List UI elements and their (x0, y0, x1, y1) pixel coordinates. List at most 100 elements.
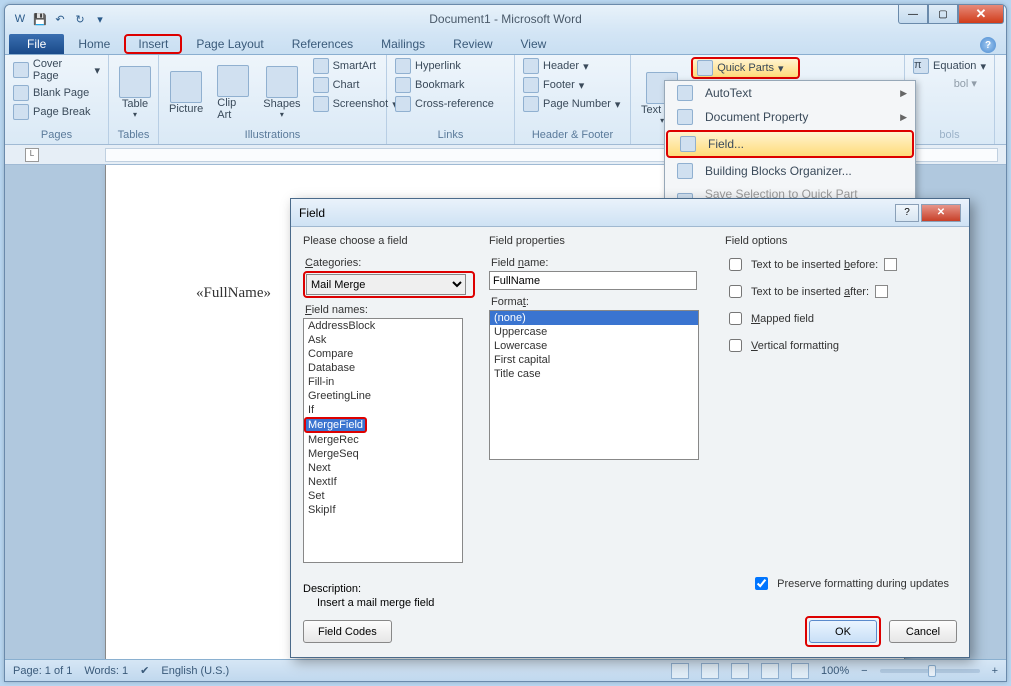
footer-button[interactable]: Footer ▾ (519, 76, 626, 94)
dialog-help-button[interactable]: ? (895, 204, 919, 222)
page-number-icon (523, 96, 539, 112)
format-option[interactable]: Title case (490, 367, 698, 381)
preserve-formatting-checkbox[interactable] (755, 577, 768, 590)
close-button[interactable]: ✕ (958, 5, 1004, 24)
categories-select[interactable]: Mail Merge (306, 274, 466, 295)
field-name-option[interactable]: Database (304, 361, 462, 375)
view-draft-icon[interactable] (791, 663, 809, 679)
page-break-button[interactable]: Page Break (9, 103, 104, 121)
vertical-formatting-checkbox[interactable] (729, 339, 742, 352)
field-name-option[interactable]: MergeField (304, 417, 367, 433)
field-name-option[interactable]: Set (304, 489, 462, 503)
status-page[interactable]: Page: 1 of 1 (13, 665, 72, 677)
format-listbox[interactable]: (none)UppercaseLowercaseFirst capitalTit… (489, 310, 699, 460)
tab-page-layout[interactable]: Page Layout (182, 34, 277, 54)
preserve-formatting-row: Preserve formatting during updates (751, 574, 949, 593)
dialog-close-button[interactable]: ✕ (921, 204, 961, 222)
qat-customize-icon[interactable]: ▾ (91, 10, 109, 28)
format-option[interactable]: Uppercase (490, 325, 698, 339)
qp-field-item[interactable]: Field... (666, 130, 914, 158)
format-option[interactable]: (none) (490, 311, 698, 325)
format-option[interactable]: Lowercase (490, 339, 698, 353)
view-web-layout-icon[interactable] (731, 663, 749, 679)
field-name-option[interactable]: AddressBlock (304, 319, 462, 333)
tab-review[interactable]: Review (439, 34, 506, 54)
field-names-listbox[interactable]: AddressBlockAskCompareDatabaseFill-inGre… (303, 318, 463, 563)
description-block: Description: Insert a mail merge field (303, 583, 434, 609)
redo-icon[interactable]: ↻ (71, 10, 89, 28)
minimize-button[interactable]: — (898, 5, 928, 24)
format-option[interactable]: First capital (490, 353, 698, 367)
bookmark-button[interactable]: Bookmark (391, 76, 510, 94)
cancel-button[interactable]: Cancel (889, 620, 957, 643)
field-name-option[interactable]: If (304, 403, 462, 417)
tab-view[interactable]: View (507, 34, 561, 54)
maximize-button[interactable]: ▢ (928, 5, 958, 24)
field-name-option[interactable]: Compare (304, 347, 462, 361)
cover-page-button[interactable]: Cover Page ▾ (9, 57, 104, 83)
field-name-option[interactable]: Ask (304, 333, 462, 347)
field-name-option[interactable]: Fill-in (304, 375, 462, 389)
view-print-layout-icon[interactable] (671, 663, 689, 679)
mapped-field-checkbox[interactable] (729, 312, 742, 325)
group-tables-label: Tables (113, 128, 154, 142)
word-icon[interactable]: W (11, 10, 29, 28)
ok-button[interactable]: OK (809, 620, 877, 643)
field-name-option[interactable]: MergeRec (304, 433, 462, 447)
symbol-button[interactable]: Symbolbol ▾ (909, 76, 990, 91)
help-icon[interactable]: ? (980, 37, 996, 53)
field-name-option[interactable]: Next (304, 461, 462, 475)
quick-parts-button[interactable]: Quick Parts ▾ (691, 57, 799, 79)
qp-building-blocks-item[interactable]: Building Blocks Organizer... (665, 159, 915, 183)
header-icon (523, 58, 539, 74)
undo-icon[interactable]: ↶ (51, 10, 69, 28)
zoom-in-button[interactable]: + (992, 665, 998, 677)
qp-document-property-item[interactable]: Document Property▶ (665, 105, 915, 129)
cross-reference-button[interactable]: Cross-reference (391, 95, 510, 113)
dialog-titlebar[interactable]: Field ? ✕ (291, 199, 969, 227)
field-name-option[interactable]: MergeSeq (304, 447, 462, 461)
hyperlink-button[interactable]: Hyperlink (391, 57, 510, 75)
header-button[interactable]: Header ▾ (519, 57, 626, 75)
status-words[interactable]: Words: 1 (84, 665, 128, 677)
table-button[interactable]: Table▾ (113, 57, 157, 128)
tab-selector[interactable]: L (25, 148, 39, 162)
text-after-input[interactable] (875, 285, 888, 298)
view-full-screen-icon[interactable] (701, 663, 719, 679)
zoom-thumb[interactable] (928, 665, 936, 677)
field-name-input[interactable] (489, 271, 697, 290)
tab-mailings[interactable]: Mailings (367, 34, 439, 54)
tab-file[interactable]: File (9, 34, 64, 54)
quick-access-toolbar: W 💾 ↶ ↻ ▾ (5, 10, 109, 28)
zoom-slider[interactable] (880, 669, 980, 673)
picture-button[interactable]: Picture (163, 57, 209, 128)
qp-autotext-item[interactable]: AutoText▶ (665, 81, 915, 105)
field-codes-button[interactable]: Field Codes (303, 620, 392, 643)
view-outline-icon[interactable] (761, 663, 779, 679)
text-after-checkbox[interactable] (729, 285, 742, 298)
status-language[interactable]: English (U.S.) (161, 665, 229, 677)
equation-icon: π (913, 58, 929, 74)
field-name-option[interactable]: GreetingLine (304, 389, 462, 403)
field-options-label: Field options (725, 235, 957, 247)
save-icon[interactable]: 💾 (31, 10, 49, 28)
status-zoom[interactable]: 100% (821, 665, 849, 677)
zoom-out-button[interactable]: − (861, 665, 867, 677)
tab-references[interactable]: References (278, 34, 367, 54)
field-icon (680, 136, 696, 152)
tab-home[interactable]: Home (64, 34, 124, 54)
field-name-option[interactable]: NextIf (304, 475, 462, 489)
tab-insert[interactable]: Insert (124, 34, 182, 54)
shapes-button[interactable]: Shapes▾ (257, 57, 306, 128)
blank-page-button[interactable]: Blank Page (9, 84, 104, 102)
autotext-icon (677, 85, 693, 101)
status-proofing-icon[interactable]: ✔ (140, 664, 149, 677)
equation-button[interactable]: πEquation ▾ (909, 57, 990, 75)
field-name-option[interactable]: SkipIf (304, 503, 462, 517)
text-before-checkbox[interactable] (729, 258, 742, 271)
clip-art-button[interactable]: Clip Art (211, 57, 255, 128)
page-number-button[interactable]: Page Number ▾ (519, 95, 626, 113)
text-before-input[interactable] (884, 258, 897, 271)
ribbon-tabs: File Home Insert Page Layout References … (5, 33, 1006, 55)
titlebar: W 💾 ↶ ↻ ▾ Document1 - Microsoft Word — ▢… (5, 5, 1006, 33)
